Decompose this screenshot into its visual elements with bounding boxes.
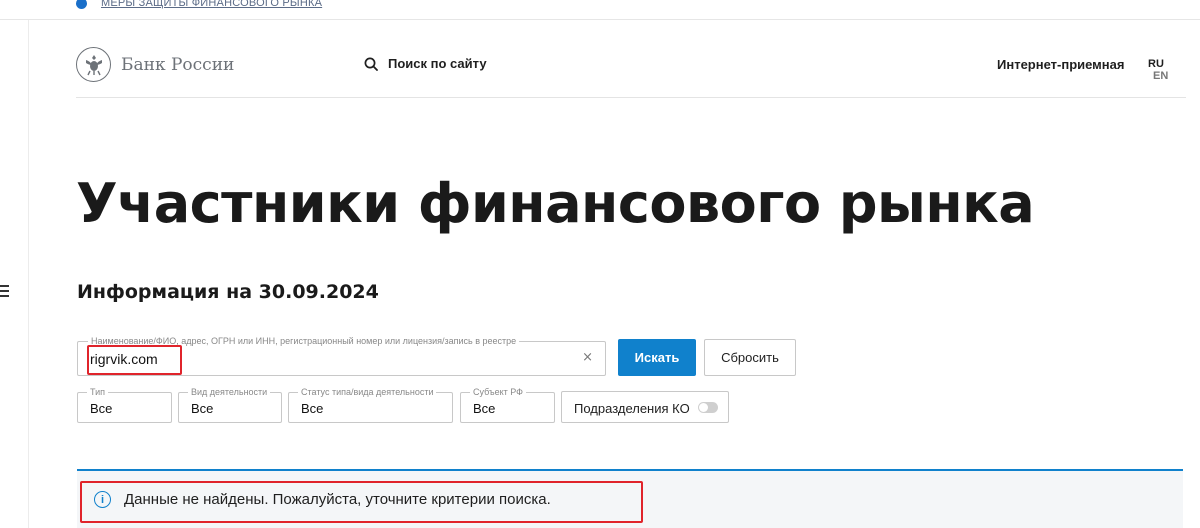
no-results-text: Данные не найдены. Пожалуйста, уточните … (124, 491, 551, 508)
results-panel: i Данные не найдены. Пожалуйста, уточнит… (77, 469, 1183, 528)
site-header: Банк России Поиск по сайту Интернет-прие… (76, 44, 1186, 96)
filter-status-select[interactable]: Статус типа/вида деятельности Все (288, 387, 453, 423)
filter-subject-select[interactable]: Субъект РФ Все (460, 387, 555, 423)
branches-toggle[interactable] (698, 402, 718, 413)
filter-type-select[interactable]: Тип Все (77, 387, 172, 423)
internet-reception-link[interactable]: Интернет-приемная (997, 57, 1124, 72)
top-bar: МЕРЫ ЗАЩИТЫ ФИНАНСОВОГО РЫНКА (76, 0, 322, 10)
search-button[interactable]: Искать (618, 339, 696, 376)
search-input-label: Наименование/ФИО, адрес, ОГРН или ИНН, р… (88, 336, 520, 346)
filter-activity-select[interactable]: Вид деятельности Все (178, 387, 282, 423)
filter-value: Все (90, 401, 113, 416)
search-input[interactable]: Наименование/ФИО, адрес, ОГРН или ИНН, р… (77, 336, 606, 376)
info-date: Информация на 30.09.2024 (77, 281, 379, 303)
header-divider (76, 97, 1186, 98)
top-divider (0, 19, 1200, 20)
reset-button[interactable]: Сбросить (704, 339, 796, 376)
filter-label: Статус типа/вида деятельности (298, 387, 437, 397)
language-switcher: RU EN (1148, 58, 1186, 82)
site-search-label: Поиск по сайту (388, 56, 487, 71)
filter-label: Субъект РФ (470, 387, 526, 397)
info-icon: i (94, 491, 111, 508)
filter-value: Все (191, 401, 214, 416)
filter-label: Тип (87, 387, 109, 397)
logo-text: Банк России (121, 54, 235, 75)
market-protection-link[interactable]: МЕРЫ ЗАЩИТЫ ФИНАНСОВОГО РЫНКА (101, 0, 322, 9)
search-input-value: rigrvik.com (90, 351, 158, 367)
filter-value: Все (473, 401, 496, 416)
toggle-knob (699, 403, 708, 412)
branches-toggle-box: Подразделения КО (561, 391, 729, 423)
bank-emblem-icon (76, 47, 111, 82)
site-search[interactable]: Поиск по сайту (364, 56, 487, 71)
no-results-message: i Данные не найдены. Пожалуйста, уточнит… (94, 491, 551, 508)
logo[interactable]: Банк России (76, 47, 234, 82)
close-icon[interactable]: × (582, 350, 593, 365)
page-title: Участники финансового рынка (76, 172, 1035, 235)
menu-icon[interactable] (0, 285, 9, 297)
info-icon (76, 0, 87, 9)
filter-value: Все (301, 401, 324, 416)
filter-label: Вид деятельности (188, 387, 271, 397)
search-icon (364, 57, 378, 71)
branches-toggle-label: Подразделения КО (574, 401, 690, 416)
lang-ru[interactable]: RU (1148, 58, 1164, 70)
lang-en[interactable]: EN (1153, 70, 1168, 82)
left-rail-divider (28, 20, 29, 528)
